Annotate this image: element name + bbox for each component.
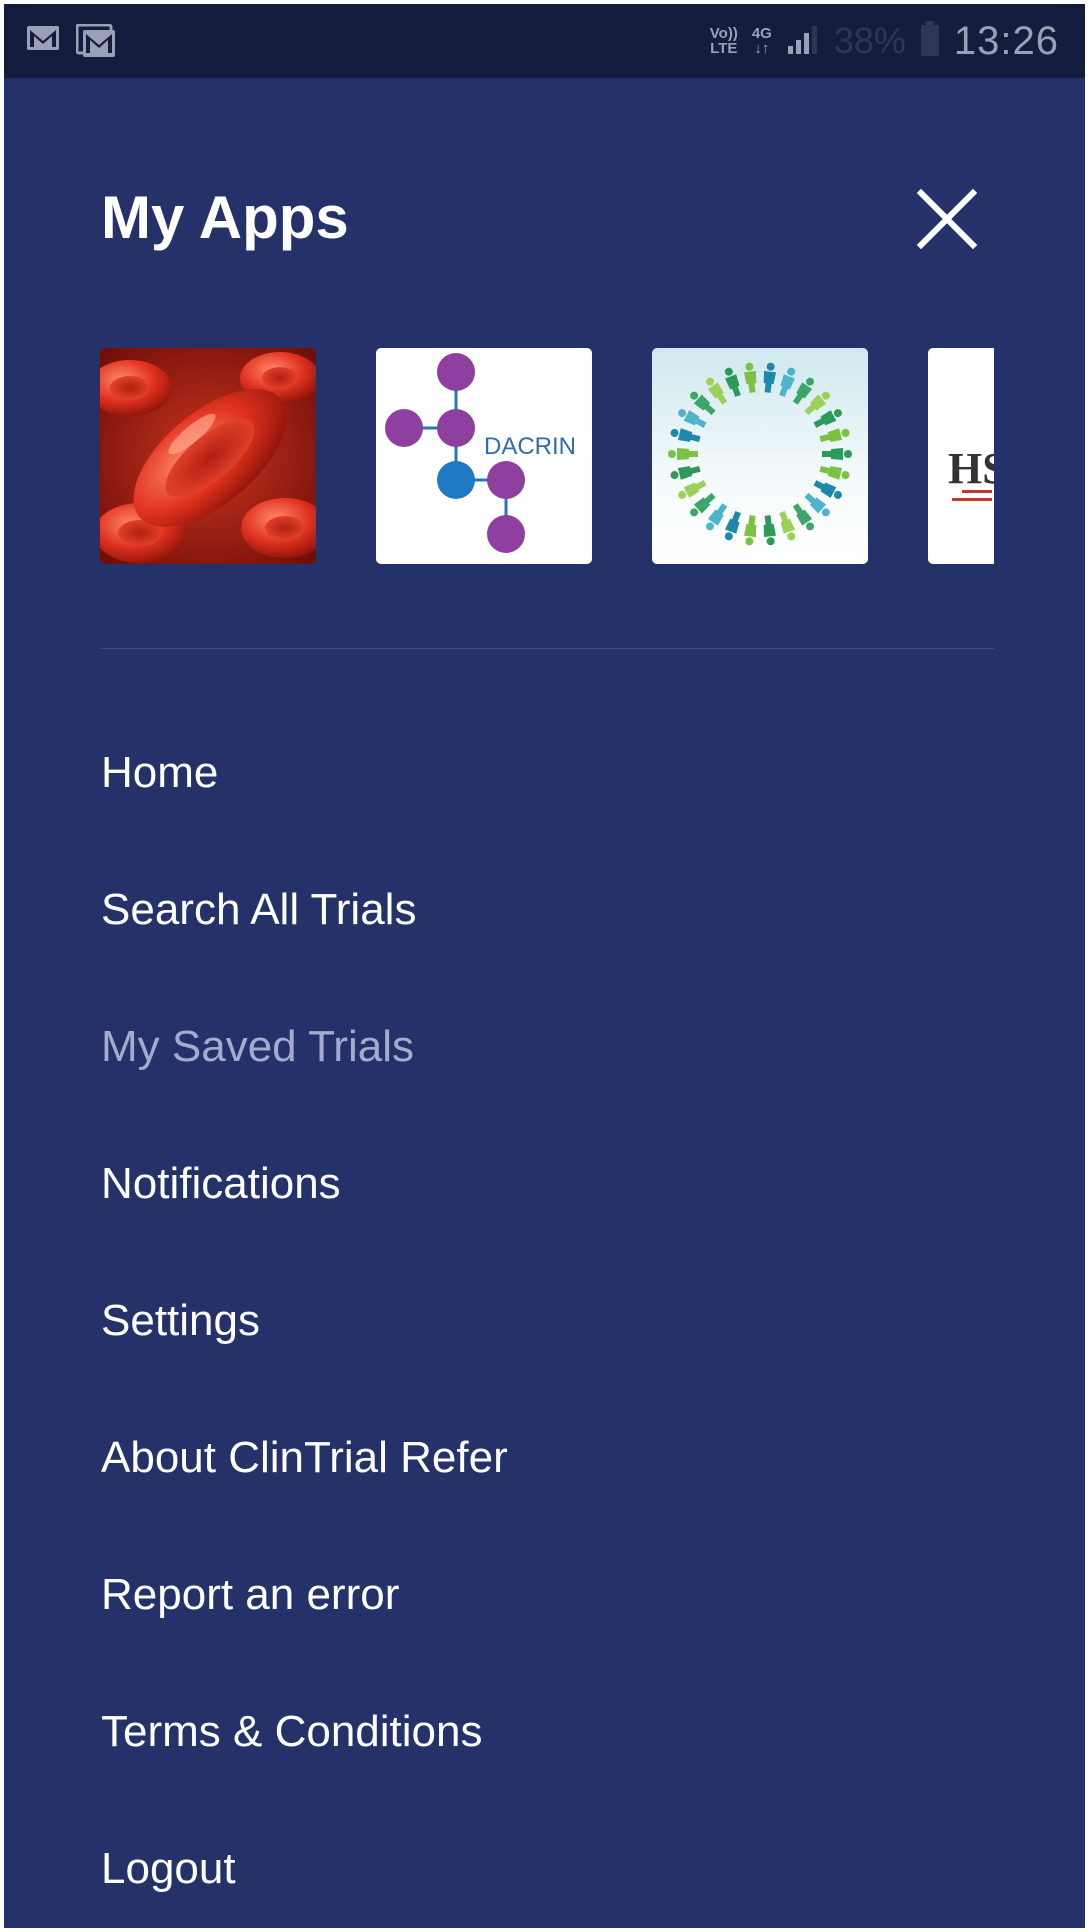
people-circle-logo bbox=[652, 348, 868, 564]
close-button[interactable] bbox=[916, 188, 978, 250]
clock: 13:26 bbox=[953, 18, 1059, 63]
dacrin-logo: DACRIN bbox=[385, 353, 576, 553]
menu-item-label: Notifications bbox=[101, 1158, 341, 1208]
menu-item-label: Settings bbox=[101, 1295, 260, 1345]
app-tile-people-circle[interactable] bbox=[652, 348, 868, 564]
divider bbox=[101, 648, 994, 649]
status-bar: Vo)) LTE 4G ↓↑ 38% 13:26 bbox=[4, 4, 1085, 78]
battery-percent: 38% bbox=[833, 20, 906, 61]
drawer-title: My Apps bbox=[101, 184, 349, 251]
close-icon bbox=[916, 188, 978, 250]
svg-text:DACRIN: DACRIN bbox=[484, 433, 576, 460]
data-indicator: 4G ↓↑ bbox=[751, 25, 772, 57]
menu-item-label: Search All Trials bbox=[101, 884, 417, 934]
gallery-gmail-icon bbox=[76, 24, 116, 58]
app-tile-dacrin[interactable]: DACRIN bbox=[376, 348, 592, 564]
app-tile-blood-cells[interactable] bbox=[100, 348, 316, 564]
notification-icons bbox=[26, 24, 116, 58]
gmail-icon bbox=[26, 24, 60, 58]
menu-item-label: Terms & Conditions bbox=[101, 1706, 483, 1756]
menu-item-search-all-trials[interactable]: Search All Trials bbox=[101, 841, 508, 978]
status-indicators: Vo)) LTE 4G ↓↑ 38% 13:26 bbox=[710, 12, 1059, 70]
hsanz-logo: HS bbox=[948, 444, 994, 501]
menu-item-label: About ClinTrial Refer bbox=[101, 1432, 508, 1482]
menu-item-label: Report an error bbox=[101, 1569, 400, 1619]
navigation-drawer-screen: Vo)) LTE 4G ↓↑ 38% 13:26 My Apps DACRIN … bbox=[4, 4, 1085, 1928]
red-blood-cells-image bbox=[100, 348, 316, 564]
menu-item-logout[interactable]: Logout bbox=[101, 1800, 508, 1928]
menu-item-label: Logout bbox=[101, 1843, 236, 1893]
menu-item-notifications[interactable]: Notifications bbox=[101, 1115, 508, 1252]
menu-item-label: Home bbox=[101, 747, 219, 797]
app-tile-hsanz[interactable]: HS bbox=[928, 348, 994, 564]
menu-item-settings[interactable]: Settings bbox=[101, 1252, 508, 1389]
menu-item-terms-conditions[interactable]: Terms & Conditions bbox=[101, 1663, 508, 1800]
menu-item-my-saved-trials[interactable]: My Saved Trials bbox=[101, 978, 508, 1115]
volte-indicator: Vo)) LTE bbox=[709, 25, 738, 57]
menu-item-label: My Saved Trials bbox=[101, 1021, 414, 1071]
battery-icon bbox=[920, 20, 940, 62]
drawer-menu: Home Search All Trials My Saved Trials N… bbox=[101, 704, 508, 1928]
my-apps-carousel[interactable]: DACRIN HS bbox=[100, 348, 994, 564]
svg-text:HS: HS bbox=[948, 444, 994, 493]
menu-item-about[interactable]: About ClinTrial Refer bbox=[101, 1389, 508, 1526]
menu-item-home[interactable]: Home bbox=[101, 704, 508, 841]
menu-item-report-error[interactable]: Report an error bbox=[101, 1526, 508, 1663]
signal-icon bbox=[786, 24, 820, 59]
